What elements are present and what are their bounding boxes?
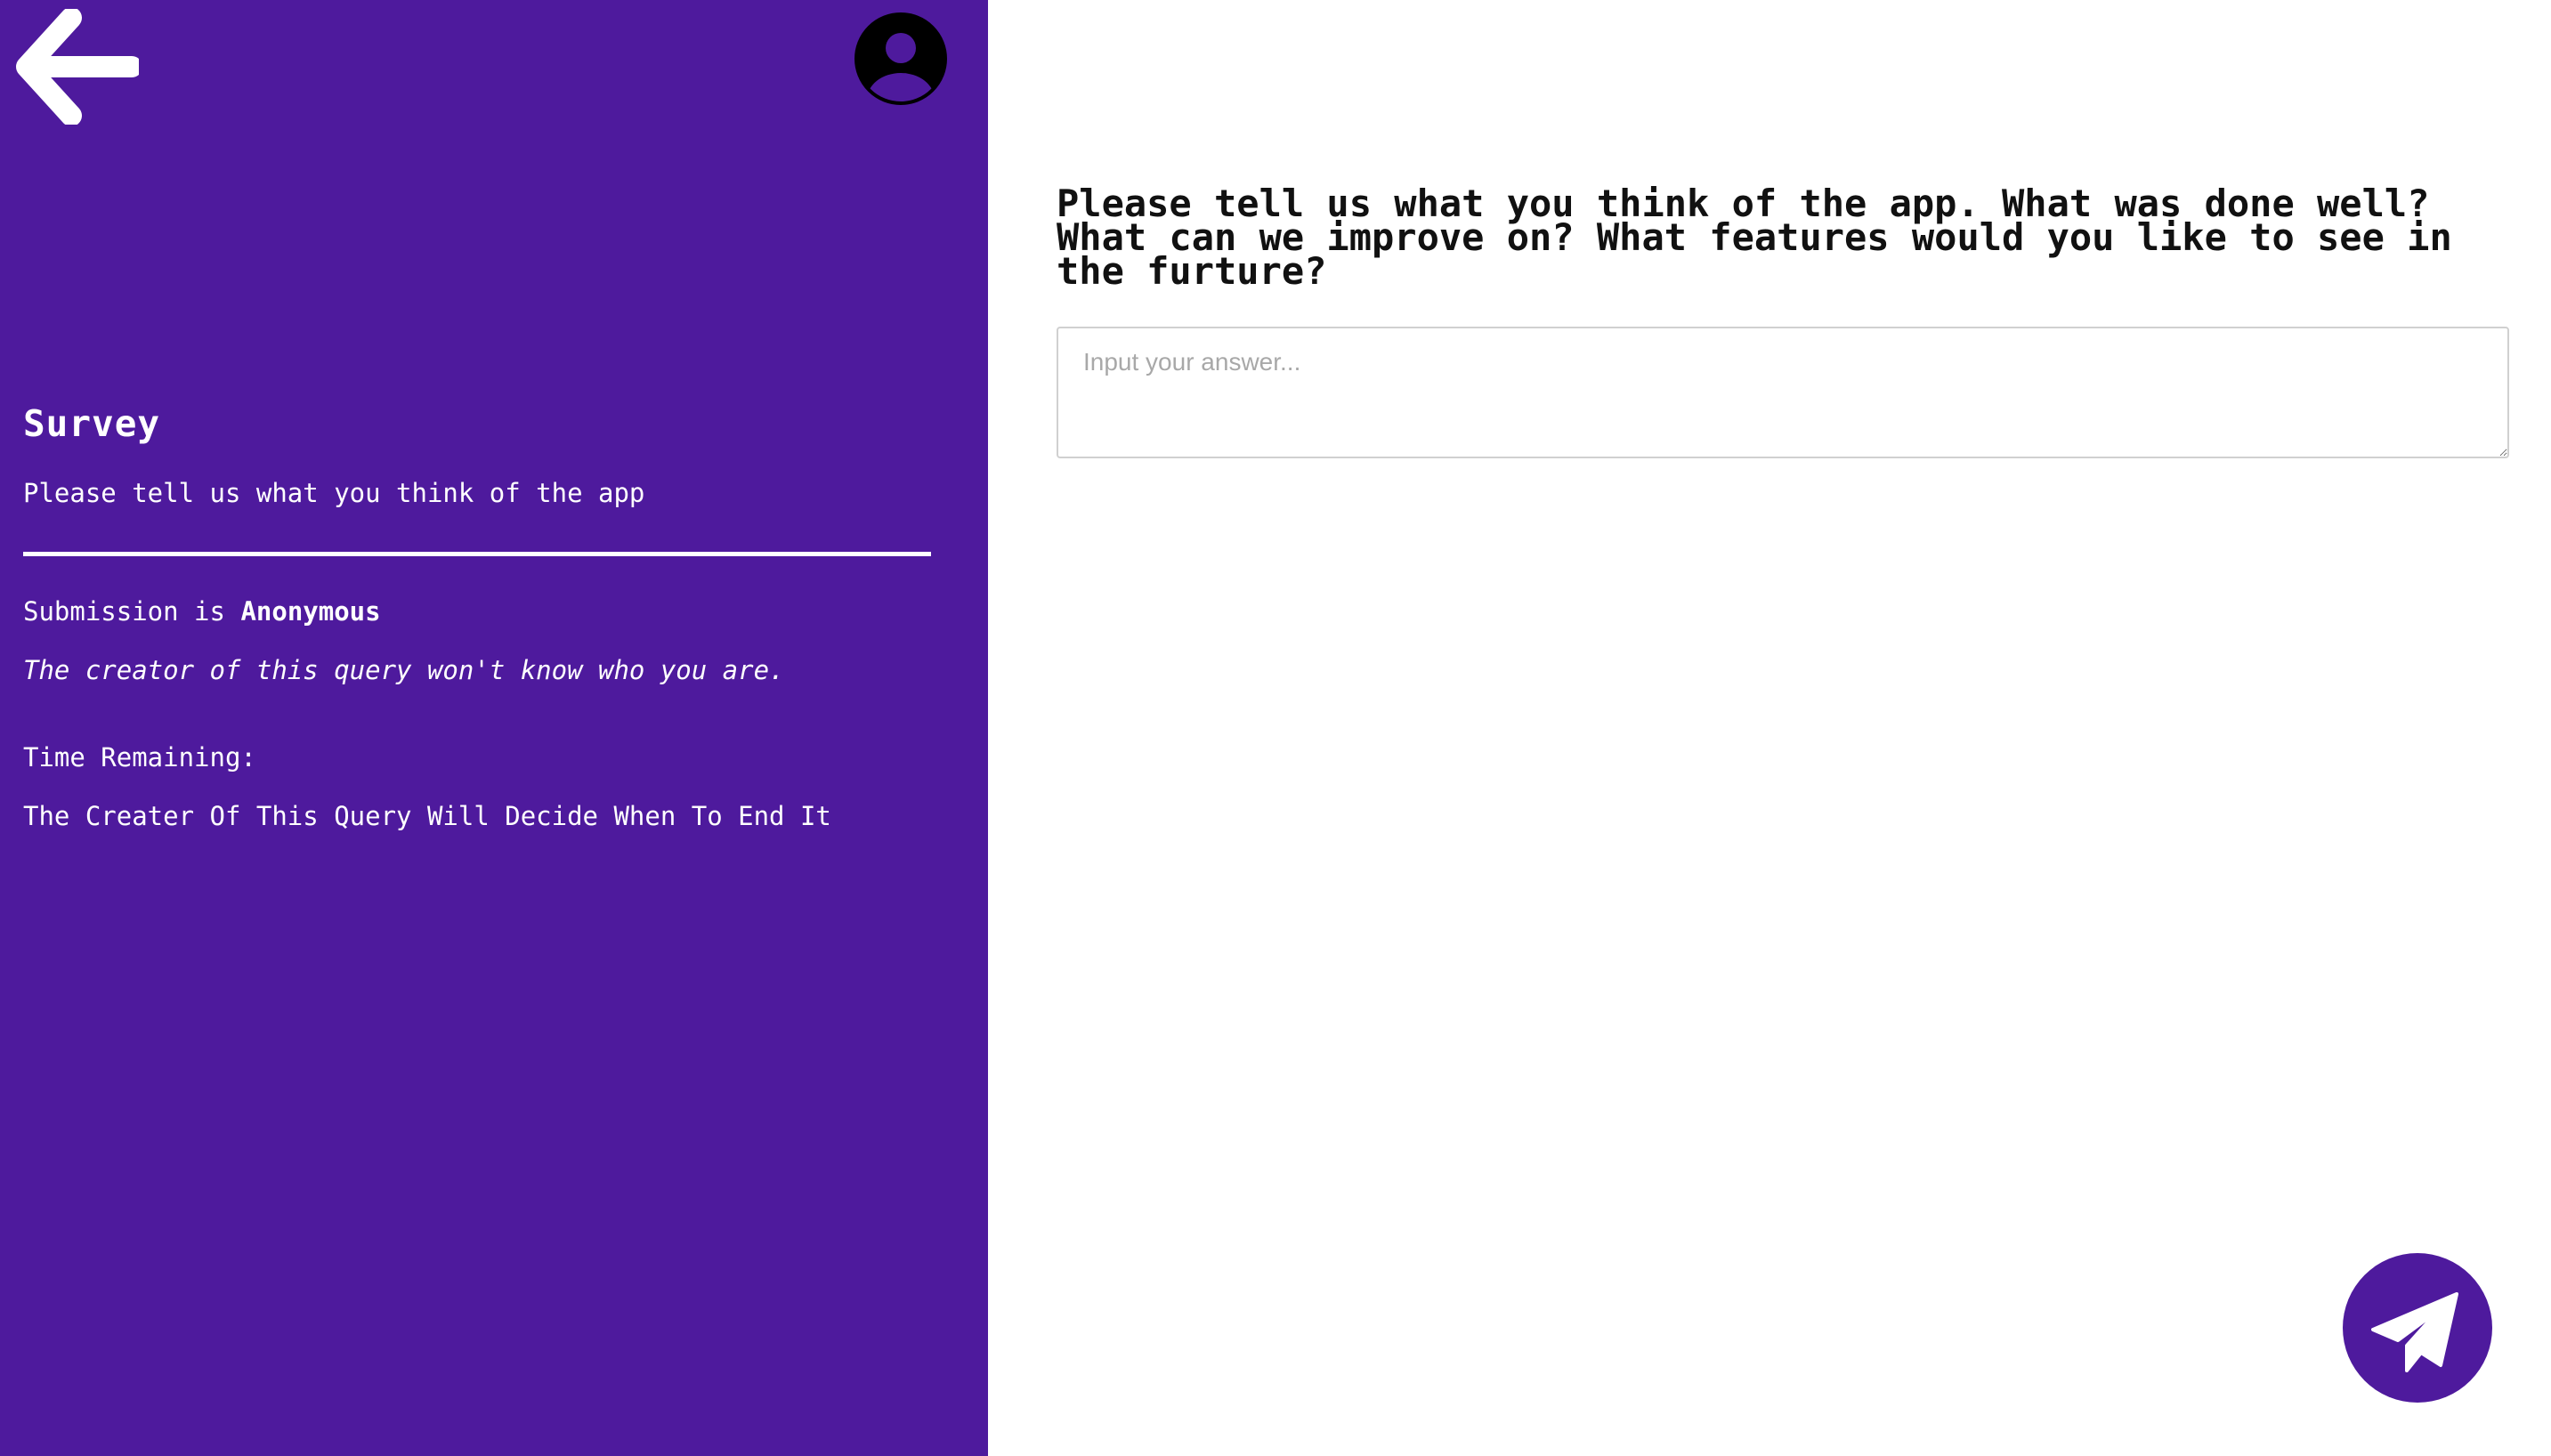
- anonymity-note: The creator of this query won't know who…: [23, 655, 785, 685]
- submission-mode: Anonymous: [240, 596, 381, 627]
- user-circle-icon: [854, 12, 947, 105]
- sidebar-divider: [23, 552, 931, 556]
- arrow-left-icon: [16, 7, 142, 126]
- submission-status: Submission is Anonymous: [23, 596, 381, 627]
- back-button[interactable]: [14, 7, 142, 126]
- submission-prefix: Submission is: [23, 596, 225, 627]
- user-avatar[interactable]: [854, 12, 947, 105]
- time-remaining-value: The Creater Of This Query Will Decide Wh…: [23, 801, 831, 831]
- survey-sidebar: Survey Please tell us what you think of …: [0, 0, 988, 1456]
- time-remaining-label: Time Remaining:: [23, 742, 256, 772]
- survey-description: Please tell us what you think of the app: [23, 478, 645, 508]
- send-button[interactable]: [2343, 1253, 2492, 1403]
- answer-input[interactable]: [1057, 327, 2509, 458]
- paper-plane-icon: [2371, 1292, 2458, 1372]
- survey-question: Please tell us what you think of the app…: [1057, 182, 2452, 293]
- survey-title: Survey: [23, 402, 161, 445]
